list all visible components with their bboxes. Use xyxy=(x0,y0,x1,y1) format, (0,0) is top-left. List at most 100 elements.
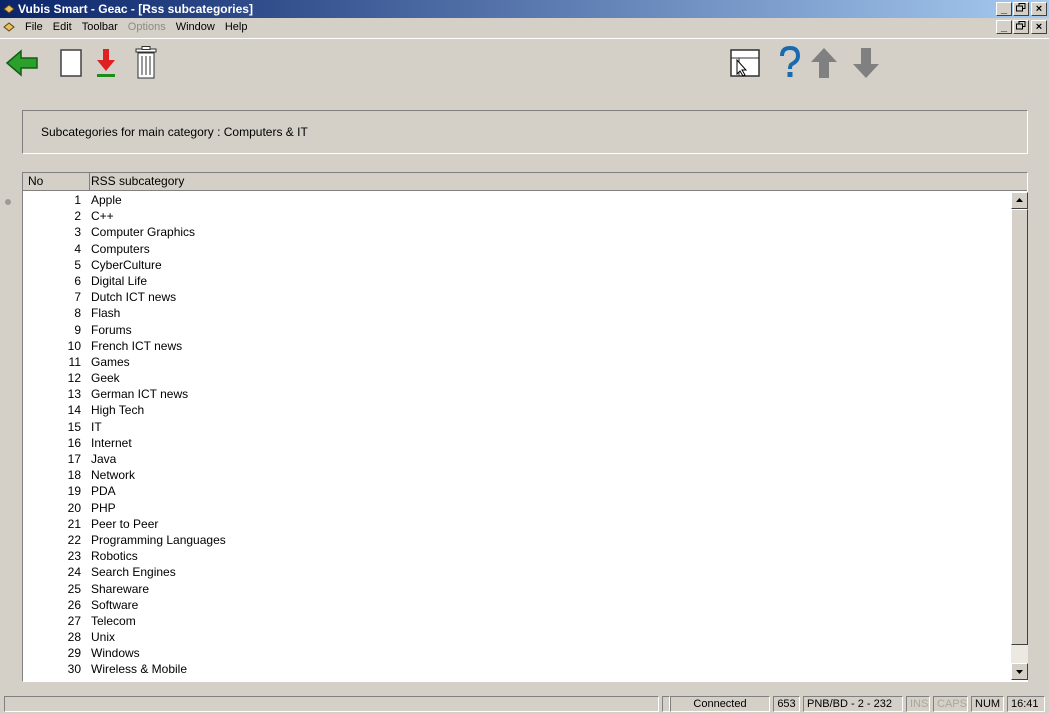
table-row[interactable]: 19 PDA xyxy=(23,483,1010,499)
new-record-icon xyxy=(60,49,82,77)
move-down-icon xyxy=(853,48,879,78)
table-row[interactable]: 2 C++ xyxy=(23,208,1010,224)
row-number: 17 xyxy=(67,452,81,466)
row-number: 28 xyxy=(67,630,81,645)
table-row[interactable]: 28 Unix xyxy=(23,629,1010,645)
table-row[interactable]: 7 Dutch ICT news xyxy=(23,289,1010,305)
menu-edit[interactable]: Edit xyxy=(48,18,77,36)
row-subcategory: Apple xyxy=(91,193,122,207)
row-number: 13 xyxy=(67,387,81,402)
main-category-label: Subcategories for main category : Comput… xyxy=(41,125,308,139)
table-row[interactable]: 13 German ICT news xyxy=(23,386,1010,402)
table-row[interactable]: 6 Digital Life xyxy=(23,273,1010,289)
row-number: 5 xyxy=(74,257,81,272)
move-up-icon xyxy=(811,48,837,78)
row-subcategory: Internet xyxy=(91,435,132,450)
table-row[interactable]: 18 Network xyxy=(23,467,1010,483)
table-row[interactable]: 11 Games xyxy=(23,354,1010,370)
clock: 16:41 xyxy=(1007,696,1045,712)
table-row[interactable]: 30 Wireless & Mobile xyxy=(23,661,1010,677)
scroll-down-button[interactable] xyxy=(1011,663,1028,680)
move-up-button[interactable] xyxy=(806,45,842,81)
row-subcategory: Unix xyxy=(91,630,116,645)
table-row[interactable]: 24 Search Engines xyxy=(23,564,1010,580)
scroll-thumb[interactable] xyxy=(1011,209,1028,645)
column-header-rss-subcategory[interactable]: RSS subcategory xyxy=(91,173,184,191)
title-bar: Vubis Smart - Geac - [Rss subcategories]… xyxy=(0,0,1049,18)
menu-options: Options xyxy=(127,21,166,33)
row-subcategory: Digital Life xyxy=(91,273,148,288)
column-header-no[interactable]: No xyxy=(23,173,90,191)
table-row[interactable]: 25 Shareware xyxy=(23,581,1010,597)
table-row[interactable]: 5 CyberCulture xyxy=(23,257,1010,273)
status-separator xyxy=(662,696,670,712)
table-row[interactable]: 4 Computers xyxy=(23,241,1010,257)
scroll-down-arrow-icon xyxy=(1016,670,1023,674)
table-row[interactable]: 23 Robotics xyxy=(23,548,1010,564)
table-row[interactable]: 21 Peer to Peer xyxy=(23,516,1010,532)
row-number: 24 xyxy=(67,565,81,580)
status-bar: Connected 653 PNB/BD - 2 - 232 INS CAPS … xyxy=(0,694,1049,714)
menu-toolbar[interactable]: Toolbar xyxy=(77,18,123,36)
table-row[interactable]: 8 Flash xyxy=(23,305,1010,321)
help-button[interactable] xyxy=(772,45,808,81)
mdi-minimize-button[interactable]: _ xyxy=(996,20,1012,34)
row-subcategory: Windows xyxy=(91,646,140,661)
row-subcategory: Flash xyxy=(91,306,121,321)
layout-view-button[interactable] xyxy=(727,45,763,81)
table-row[interactable]: 3 Computer Graphics xyxy=(23,224,1010,240)
table-row[interactable]: 15 IT xyxy=(23,419,1010,435)
table-row[interactable]: 20 PHP xyxy=(23,500,1010,516)
download-icon xyxy=(97,49,115,77)
row-number: 18 xyxy=(67,468,81,483)
window-title: Vubis Smart - Geac - [Rss subcategories] xyxy=(18,2,253,16)
restore-button[interactable] xyxy=(1013,2,1029,16)
table-row[interactable]: 14 High Tech xyxy=(23,402,1010,418)
table-row[interactable]: 29 Windows xyxy=(23,645,1010,661)
row-number: 3 xyxy=(74,225,81,240)
row-number: 2 xyxy=(74,209,81,224)
table-row[interactable]: 26 Software xyxy=(23,597,1010,613)
row-subcategory: German ICT news xyxy=(91,387,189,402)
delete-button[interactable] xyxy=(128,45,164,81)
table-row[interactable]: 1 Apple xyxy=(23,192,1010,208)
download-button[interactable] xyxy=(88,45,124,81)
vertical-scrollbar[interactable] xyxy=(1011,192,1028,680)
row-number: 20 xyxy=(67,500,81,515)
close-button[interactable]: × xyxy=(1031,2,1047,16)
table-row[interactable]: 27 Telecom xyxy=(23,613,1010,629)
move-down-button[interactable] xyxy=(848,45,884,81)
mdi-restore-button[interactable] xyxy=(1013,20,1029,34)
row-number: 7 xyxy=(74,290,81,305)
grid-header: No RSS subcategory xyxy=(23,173,1027,191)
row-number: 4 xyxy=(74,241,81,256)
back-button[interactable] xyxy=(4,45,40,81)
document-menu-icon[interactable] xyxy=(3,21,15,33)
main-category-panel: Subcategories for main category : Comput… xyxy=(22,110,1028,154)
table-row[interactable]: 17 Java xyxy=(23,451,1010,467)
scroll-up-button[interactable] xyxy=(1011,192,1028,209)
app-icon xyxy=(3,4,15,14)
row-number: 30 xyxy=(67,662,81,677)
menu-help[interactable]: Help xyxy=(220,18,253,36)
table-row[interactable]: 12 Geek xyxy=(23,370,1010,386)
menu-file[interactable]: File xyxy=(20,18,48,36)
table-row[interactable]: 10 French ICT news xyxy=(23,338,1010,354)
table-row[interactable]: 16 Internet xyxy=(23,435,1010,451)
table-row[interactable]: 9 Forums xyxy=(23,322,1010,338)
mdi-close-button[interactable]: × xyxy=(1031,20,1047,34)
row-number: 9 xyxy=(74,322,81,337)
row-subcategory: Computers xyxy=(91,241,150,256)
row-number: 10 xyxy=(67,338,81,353)
minimize-button[interactable]: _ xyxy=(996,2,1012,16)
row-subcategory: Computer Graphics xyxy=(91,225,196,240)
menu-bar: File Edit Toolbar Options Window Help _ … xyxy=(0,18,1049,36)
row-subcategory: Dutch ICT news xyxy=(91,290,177,305)
table-row[interactable]: 22 Programming Languages xyxy=(23,532,1010,548)
new-record-button[interactable] xyxy=(54,45,90,81)
row-subcategory: Java xyxy=(91,452,117,466)
location-code: PNB/BD - 2 - 232 xyxy=(803,696,903,712)
row-number: 11 xyxy=(68,354,81,369)
layout-view-icon xyxy=(730,49,760,77)
menu-window[interactable]: Window xyxy=(171,18,220,36)
